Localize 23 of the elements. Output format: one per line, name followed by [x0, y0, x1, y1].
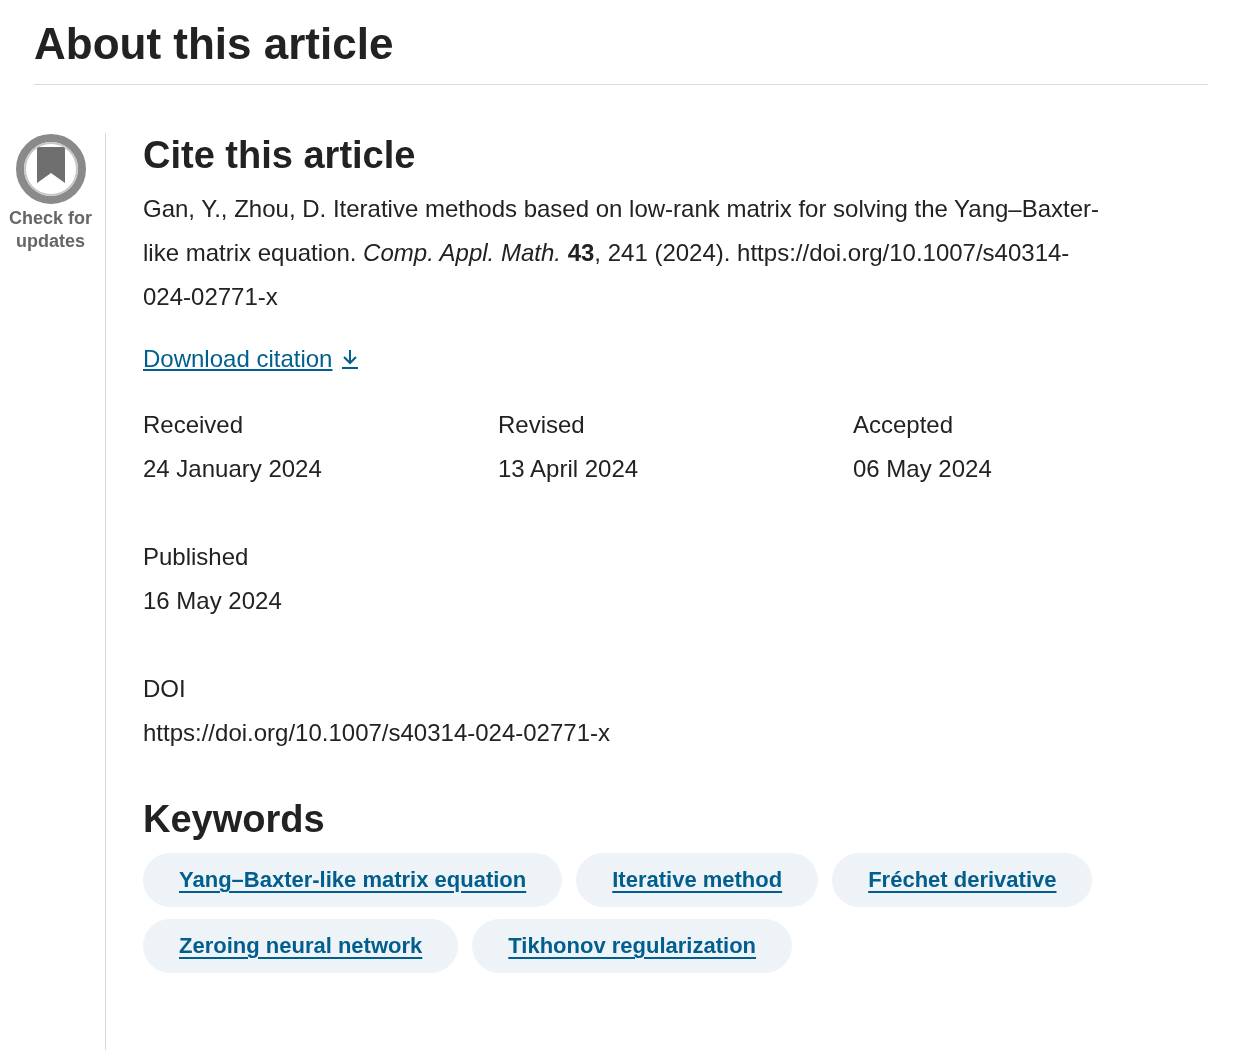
date-label: Received	[143, 410, 244, 440]
doi-label: DOI	[143, 674, 186, 704]
keyword-link[interactable]: Zeroing neural network	[143, 919, 459, 973]
download-citation-link[interactable]: Download citation	[143, 345, 361, 373]
date-label: Revised	[498, 410, 585, 440]
date-label: Accepted	[853, 410, 954, 440]
citation-text: Gan, Y., Zhou, D. Iterative methods based on low-rank matrix for solving the Yang–Baxter-like matrix equation. Comp. Appl. Math. 43, 241 (2024). https://doi.org/10.1007/s40314-024-02771-x	[143, 194, 1101, 312]
keyword-link[interactable]: Fréchet derivative	[832, 853, 1093, 907]
keyword-link[interactable]: Iterative method	[576, 853, 819, 907]
keywords-heading: Keywords	[143, 797, 326, 841]
date-value: 13 April 2024	[498, 454, 639, 484]
cite-heading: Cite this article	[143, 133, 417, 177]
section-heading: About this article	[34, 16, 1208, 85]
date-label: Published	[143, 542, 249, 572]
date-value: 16 May 2024	[143, 586, 282, 616]
date-value: 24 January 2024	[143, 454, 322, 484]
date-value: 06 May 2024	[853, 454, 992, 484]
keyword-link[interactable]: Yang–Baxter-like matrix equation	[143, 853, 563, 907]
download-icon	[340, 348, 361, 370]
doi-value: https://doi.org/10.1007/s40314-024-02771-x	[143, 718, 610, 748]
check-for-updates-link[interactable]: Check for updates	[5, 133, 96, 253]
keyword-link[interactable]: Tikhonov regularization	[472, 919, 792, 973]
bookmark-ring-icon	[14, 133, 87, 205]
